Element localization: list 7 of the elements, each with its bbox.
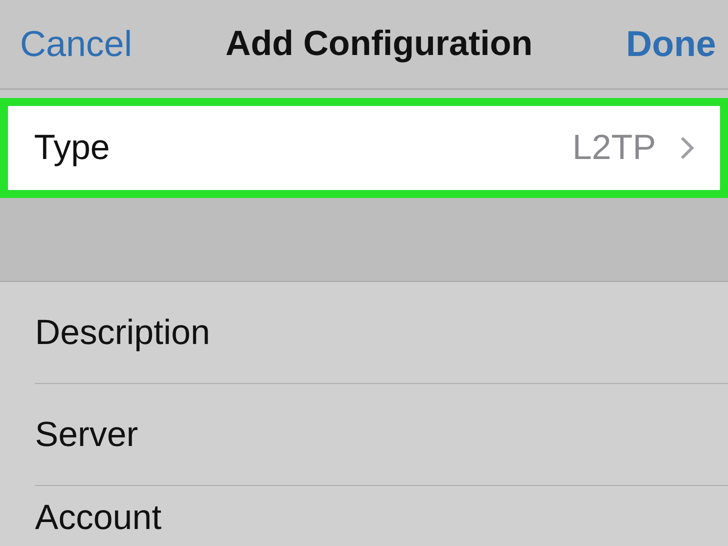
field-label[interactable]: Account bbox=[35, 498, 162, 538]
chevron-icon bbox=[680, 136, 694, 160]
type-row[interactable]: Type L2TP bbox=[0, 98, 728, 198]
type-value: L2TP bbox=[572, 128, 656, 168]
screen-title: Add Configuration bbox=[225, 24, 533, 64]
field-label[interactable]: Server bbox=[35, 414, 138, 454]
field-label[interactable]: Description bbox=[35, 312, 210, 352]
